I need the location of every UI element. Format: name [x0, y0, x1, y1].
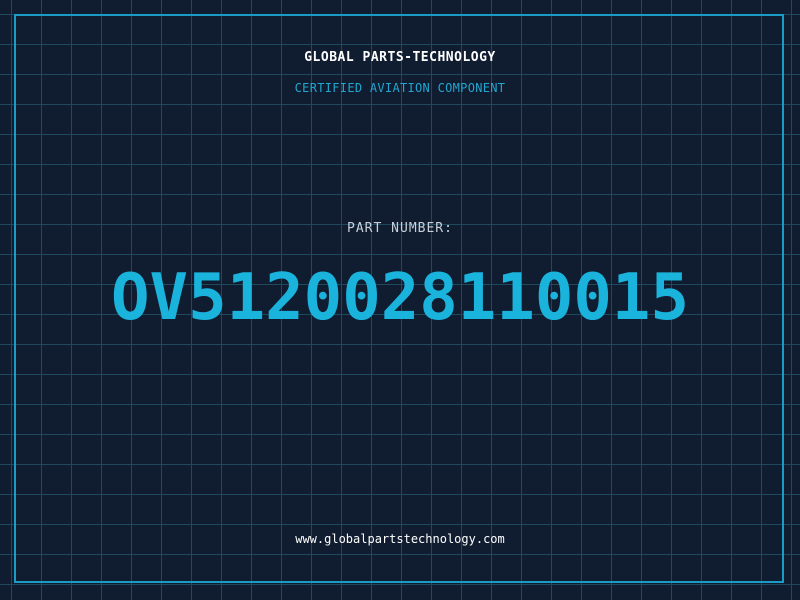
- part-number-label: PART NUMBER:: [347, 221, 453, 236]
- company-name: GLOBAL PARTS-TECHNOLOGY: [304, 50, 496, 65]
- website-url: www.globalpartstechnology.com: [295, 532, 505, 546]
- certification-subtitle: CERTIFIED AVIATION COMPONENT: [294, 81, 506, 95]
- part-number-value: OV5120028110015: [111, 261, 689, 335]
- part-label-canvas: GLOBAL PARTS-TECHNOLOGY CERTIFIED AVIATI…: [0, 0, 800, 600]
